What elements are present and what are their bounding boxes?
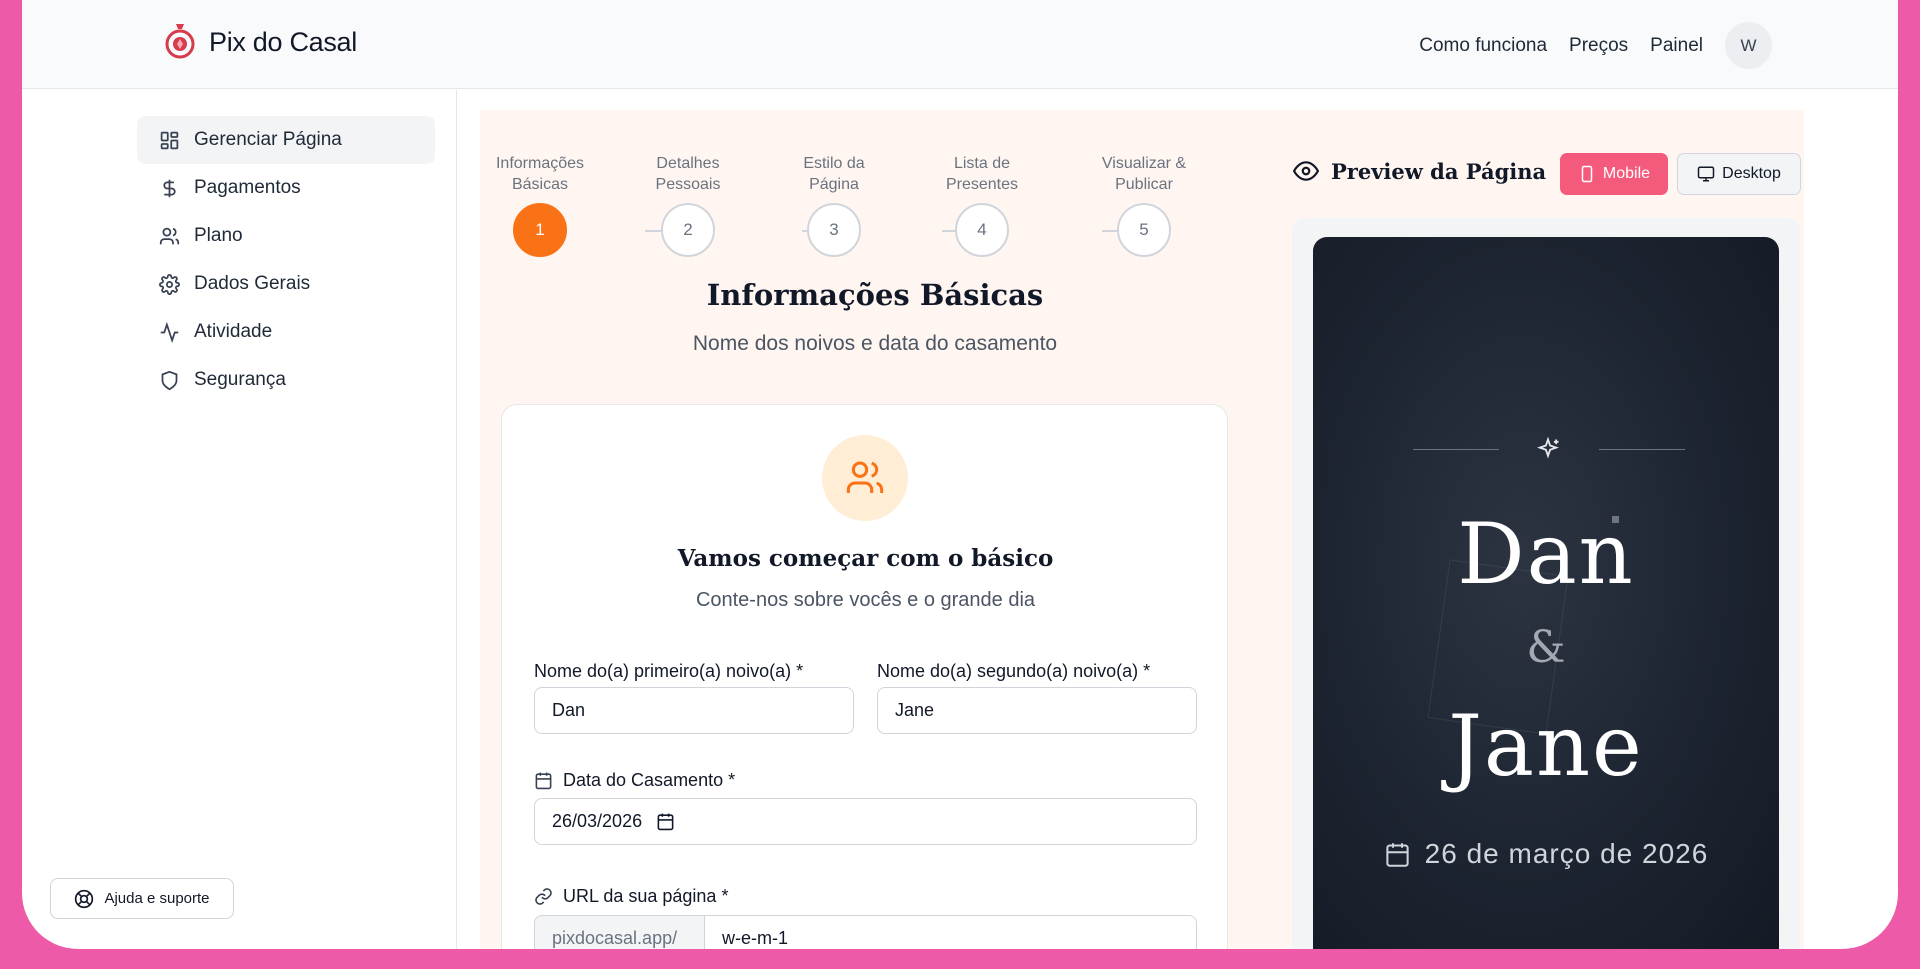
step-label-3: Estilo da Página	[803, 155, 865, 193]
lifebuoy-icon	[75, 889, 94, 908]
divider-line	[1413, 449, 1499, 450]
calendar-picker-icon[interactable]	[656, 812, 675, 831]
nav-precos[interactable]: Preços	[1569, 35, 1628, 57]
mobile-preview-button[interactable]: Mobile	[1560, 153, 1668, 195]
sidebar-item-plano[interactable]: Plano	[137, 212, 435, 260]
step-circle-4[interactable]: 4	[955, 203, 1009, 257]
couple-icon-badge	[822, 435, 908, 521]
divider-line	[1599, 449, 1685, 450]
sidebar-item-label: Gerenciar Página	[194, 129, 342, 150]
top-header: Pix do Casal Como funciona Preços Painel…	[22, 0, 1898, 89]
sidebar-item-atividade[interactable]: Atividade	[137, 308, 435, 356]
preview-ampersand: &	[1526, 622, 1566, 673]
desktop-preview-button[interactable]: Desktop	[1677, 153, 1801, 195]
sidebar-item-pagamentos[interactable]: Pagamentos	[137, 164, 435, 212]
step-circle-5[interactable]: 5	[1117, 203, 1171, 257]
progress-stepper: Informações Básicas Detalhes Pessoais Es…	[480, 110, 1270, 270]
preview-name-1: Dan	[1457, 505, 1635, 603]
section-subtitle: Nome dos noivos e data do casamento	[692, 332, 1058, 355]
activity-icon	[160, 321, 179, 343]
link-icon	[535, 888, 552, 905]
gear-icon	[159, 273, 180, 295]
sidebar-item-label: Dados Gerais	[194, 273, 311, 294]
sidebar: Gerenciar Página Pagamentos Plano Dados …	[22, 90, 457, 949]
mobile-preview-screen: Dan & Jane 26 de março de 2026	[1313, 237, 1779, 949]
calendar-icon	[1386, 842, 1409, 867]
sidebar-item-label: Atividade	[194, 321, 273, 342]
dollar-icon	[163, 179, 176, 197]
second-name-input[interactable]: Jane	[877, 687, 1197, 734]
second-name-label: Nome do(a) segundo(a) noivo(a) *	[877, 661, 1151, 681]
sidebar-item-dados-gerais[interactable]: Dados Gerais	[137, 260, 435, 308]
eye-icon	[1293, 161, 1319, 181]
monitor-icon	[1697, 166, 1715, 182]
help-support-button[interactable]: Ajuda e suporte	[50, 878, 234, 919]
step-label-2: Detalhes Pessoais	[655, 155, 721, 193]
sidebar-item-label: Segurança	[194, 369, 286, 390]
sidebar-item-seguranca[interactable]: Segurança	[137, 356, 435, 404]
preview-container: Dan & Jane 26 de março de 2026	[1292, 218, 1800, 949]
step-circle-3[interactable]: 3	[807, 203, 861, 257]
basic-info-card: Vamos começar com o básico Conte-nos sob…	[501, 404, 1228, 949]
preview-title: Preview da Página	[1293, 158, 1546, 184]
main-content: Informações Básicas Detalhes Pessoais Es…	[480, 110, 1804, 949]
step-label-5: Visualizar & Publicar	[1101, 155, 1187, 193]
card-subtitle: Conte-nos sobre vocês e o grande dia	[695, 589, 1036, 611]
card-title: Vamos começar com o básico	[677, 545, 1054, 572]
brand-logo[interactable]: Pix do Casal	[163, 22, 357, 62]
preview-date: 26 de março de 2026	[1313, 838, 1779, 870]
nav-painel[interactable]: Painel	[1650, 35, 1703, 57]
step-label-1: Informações Básicas	[495, 155, 585, 193]
app-window: Pix do Casal Como funciona Preços Painel…	[22, 0, 1898, 949]
ring-logo-icon	[165, 24, 195, 59]
step-label-4: Lista de Presentes	[945, 155, 1019, 193]
page-url-label: URL da sua página *	[534, 886, 728, 907]
first-name-input[interactable]: Dan	[534, 687, 854, 734]
layout-grid-icon	[160, 131, 179, 149]
smartphone-icon	[1581, 165, 1593, 183]
user-avatar[interactable]: W	[1725, 22, 1772, 69]
top-nav: Como funciona Preços Painel W	[1419, 22, 1772, 69]
first-name-label: Nome do(a) primeiro(a) noivo(a) *	[534, 661, 804, 681]
help-support-label: Ajuda e suporte	[104, 890, 210, 907]
wedding-date-input[interactable]: 26/03/2026	[534, 798, 1197, 845]
calendar-icon	[535, 772, 552, 790]
nav-como-funciona[interactable]: Como funciona	[1419, 35, 1547, 57]
users-icon	[846, 461, 884, 493]
step-circle-1[interactable]: 1	[513, 203, 567, 257]
wedding-date-label: Data do Casamento *	[534, 770, 735, 791]
url-prefix: pixdocasal.app/	[534, 915, 704, 949]
sidebar-item-label: Plano	[194, 225, 243, 246]
sparkle-icon	[1536, 436, 1560, 459]
users-icon	[159, 227, 180, 244]
page-url-input[interactable]: w-e-m-1	[704, 915, 1197, 949]
preview-name-2: Jane	[1448, 697, 1644, 795]
step-circle-2[interactable]: 2	[661, 203, 715, 257]
shield-icon	[161, 370, 178, 390]
sidebar-item-label: Pagamentos	[194, 177, 301, 198]
sidebar-item-gerenciar-pagina[interactable]: Gerenciar Página	[137, 116, 435, 164]
section-title: Informações Básicas	[706, 278, 1044, 312]
brand-name: Pix do Casal	[209, 26, 357, 57]
